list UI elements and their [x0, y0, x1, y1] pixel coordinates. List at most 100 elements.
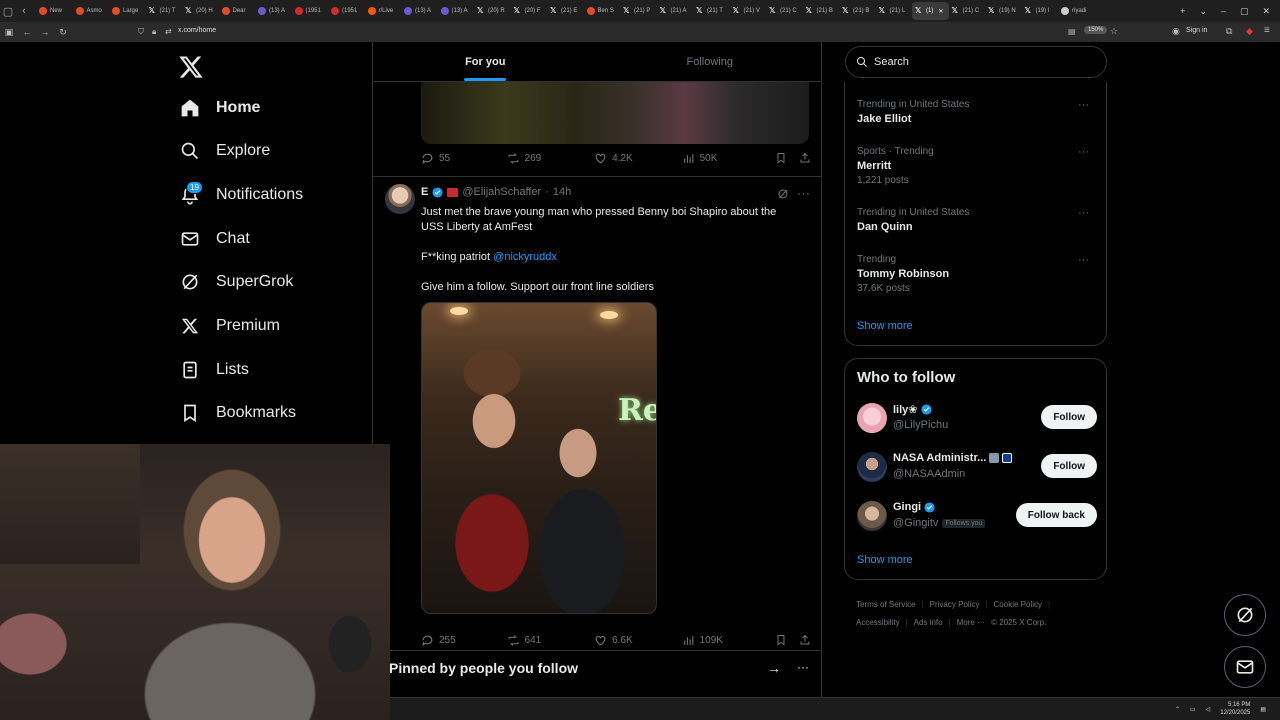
post-time[interactable]: 14h [553, 186, 571, 198]
follow-back-button[interactable]: Follow back [1015, 503, 1097, 527]
tab-back-icon[interactable]: ‹ [16, 3, 32, 19]
suggestion-name[interactable]: NASA Administr... [893, 452, 986, 464]
lock-icon[interactable]: 🔒︎ [152, 27, 156, 37]
browser-tab[interactable]: (1951 [292, 2, 329, 20]
back-icon[interactable]: ← [18, 27, 36, 37]
more-options-icon[interactable]: ··· [1078, 99, 1089, 111]
nav-bookmarks[interactable]: Bookmarks [180, 398, 296, 428]
extension-icon[interactable]: ◆ [1246, 26, 1253, 37]
nav-explore[interactable]: Explore [180, 136, 270, 166]
share-icon[interactable] [799, 152, 811, 164]
trends-show-more-link[interactable]: Show more [857, 320, 913, 332]
browser-tab[interactable]: 𝕏 (20) H [182, 2, 219, 20]
tray-chevron-icon[interactable]: ⌃ [1175, 706, 1180, 713]
views-button[interactable]: 109K [682, 634, 774, 647]
browser-tab[interactable]: r/Live [365, 2, 402, 20]
extensions-icon[interactable]: ⧉ [1226, 26, 1232, 37]
browser-tab[interactable]: (1951 [328, 2, 365, 20]
maximize-icon[interactable]: ▢ [1240, 6, 1249, 17]
browser-tab[interactable]: 𝕏 (20) F [511, 2, 548, 20]
browser-tab[interactable]: 𝕏 (21) E [547, 2, 584, 20]
messages-fab-button[interactable] [1224, 646, 1266, 688]
notification-center-icon[interactable]: ▤ [1260, 706, 1266, 713]
x-logo-icon[interactable] [178, 54, 204, 80]
browser-tab[interactable]: 𝕏 (21) B [839, 2, 876, 20]
minimize-icon[interactable]: – [1221, 6, 1226, 16]
post-image[interactable]: Re [421, 302, 657, 614]
avatar[interactable] [857, 501, 887, 531]
trend-item[interactable]: Trending in United States Jake Elliot ··… [857, 99, 1097, 125]
address-bar[interactable]: x.com/home [178, 27, 216, 34]
repost-button[interactable]: 641 [507, 634, 595, 647]
forward-icon[interactable]: → [36, 27, 54, 37]
chevron-down-icon[interactable]: ⌄ [1199, 6, 1207, 17]
close-icon[interactable]: ✕ [1262, 6, 1270, 17]
previous-post-media[interactable] [421, 82, 809, 144]
browser-tab[interactable]: 𝕏 (19) I [1022, 2, 1059, 20]
search-input[interactable]: Search [845, 46, 1107, 78]
shield-icon[interactable]: ⛉ [138, 27, 144, 37]
bookmark-icon[interactable] [775, 152, 787, 164]
nav-premium[interactable]: Premium [180, 311, 280, 341]
grok-icon[interactable] [777, 188, 789, 200]
nav-lists[interactable]: Lists [180, 355, 249, 385]
browser-tab[interactable]: 𝕏 (21) B [803, 2, 840, 20]
volume-icon[interactable]: ◁ [1206, 706, 1211, 713]
author-handle[interactable]: @ElijahSchaffer [462, 186, 541, 198]
star-icon[interactable]: ☆ [1110, 26, 1118, 37]
like-button[interactable]: 4.2K [594, 152, 682, 165]
nav-home[interactable]: Home [180, 93, 260, 123]
sidebar-toggle-icon[interactable]: ▣ [0, 27, 18, 38]
nav-supergrok[interactable]: SuperGrok [180, 267, 293, 297]
browser-tab[interactable]: 𝕏 (21) L [876, 2, 913, 20]
tab-for-you[interactable]: For you [373, 42, 598, 81]
browser-tab[interactable]: Ben S [584, 2, 621, 20]
account-icon[interactable]: ◉ [1172, 26, 1180, 37]
avatar[interactable] [857, 403, 887, 433]
browser-tab[interactable]: (13) A [255, 2, 292, 20]
suggestion-name[interactable]: lily❀ [893, 403, 918, 416]
trend-item[interactable]: Sports · Trending Merritt 1,221 posts ··… [857, 146, 1097, 186]
footer-link-accessibility[interactable]: Accessibility [856, 618, 900, 627]
more-options-icon[interactable]: ··· [797, 660, 809, 674]
trend-item[interactable]: Trending in United States Dan Quinn ··· [857, 207, 1097, 233]
footer-link-more[interactable]: More ··· [957, 618, 985, 627]
nav-chat[interactable]: Chat [180, 224, 250, 254]
sign-in-button[interactable]: Sign in [1186, 27, 1207, 34]
author-name[interactable]: E [421, 186, 428, 198]
network-icon[interactable]: ▭ [1190, 706, 1196, 713]
like-button[interactable]: 6.6K [594, 634, 682, 647]
browser-tab[interactable]: 𝕏 (21) V [730, 2, 767, 20]
tab-following[interactable]: Following [598, 42, 822, 81]
browser-tab[interactable]: (13) A [438, 2, 475, 20]
browser-tab[interactable]: 𝕏 (19) N [985, 2, 1022, 20]
system-clock[interactable]: 5:16 PM 12/20/2025 [1220, 701, 1250, 717]
browser-tab[interactable]: 𝕏 (21) C [766, 2, 803, 20]
new-tab-icon[interactable]: + [1180, 6, 1185, 16]
footer-link-privacy[interactable]: Privacy Policy [930, 600, 980, 609]
close-tab-icon[interactable]: ✕ [938, 8, 943, 15]
browser-tab[interactable]: Asmo [73, 2, 110, 20]
reply-button[interactable]: 55 [421, 152, 507, 165]
more-options-icon[interactable]: ··· [1078, 207, 1089, 219]
browser-tab[interactable]: 𝕏 (21) T [146, 2, 183, 20]
zoom-level-badge[interactable]: 150% [1084, 26, 1108, 34]
follow-suggestion[interactable]: lily❀ @LilyPichu Follow [857, 403, 1097, 437]
browser-tab[interactable]: 𝕏 (21) C [949, 2, 986, 20]
mention-link[interactable]: @nickyruddx [493, 251, 557, 263]
menu-icon[interactable]: ≡ [1264, 25, 1270, 36]
reload-icon[interactable]: ↻ [54, 27, 72, 38]
site-info-icon[interactable]: ⇄ [165, 27, 172, 36]
follow-button[interactable]: Follow [1041, 454, 1097, 478]
more-options-icon[interactable]: ··· [1078, 146, 1089, 158]
browser-tab[interactable]: 𝕏 (21) T [693, 2, 730, 20]
views-button[interactable]: 50K [682, 152, 774, 165]
bookmark-icon[interactable] [775, 634, 787, 646]
browser-tab[interactable]: 𝕏 (21) P [620, 2, 657, 20]
footer-link-terms[interactable]: Terms of Service [856, 600, 916, 609]
follow-button[interactable]: Follow [1041, 405, 1097, 429]
more-options-icon[interactable]: ··· [1078, 254, 1089, 266]
footer-link-cookie[interactable]: Cookie Policy [994, 600, 1042, 609]
browser-tab[interactable]: New [36, 2, 73, 20]
avatar[interactable] [857, 452, 887, 482]
